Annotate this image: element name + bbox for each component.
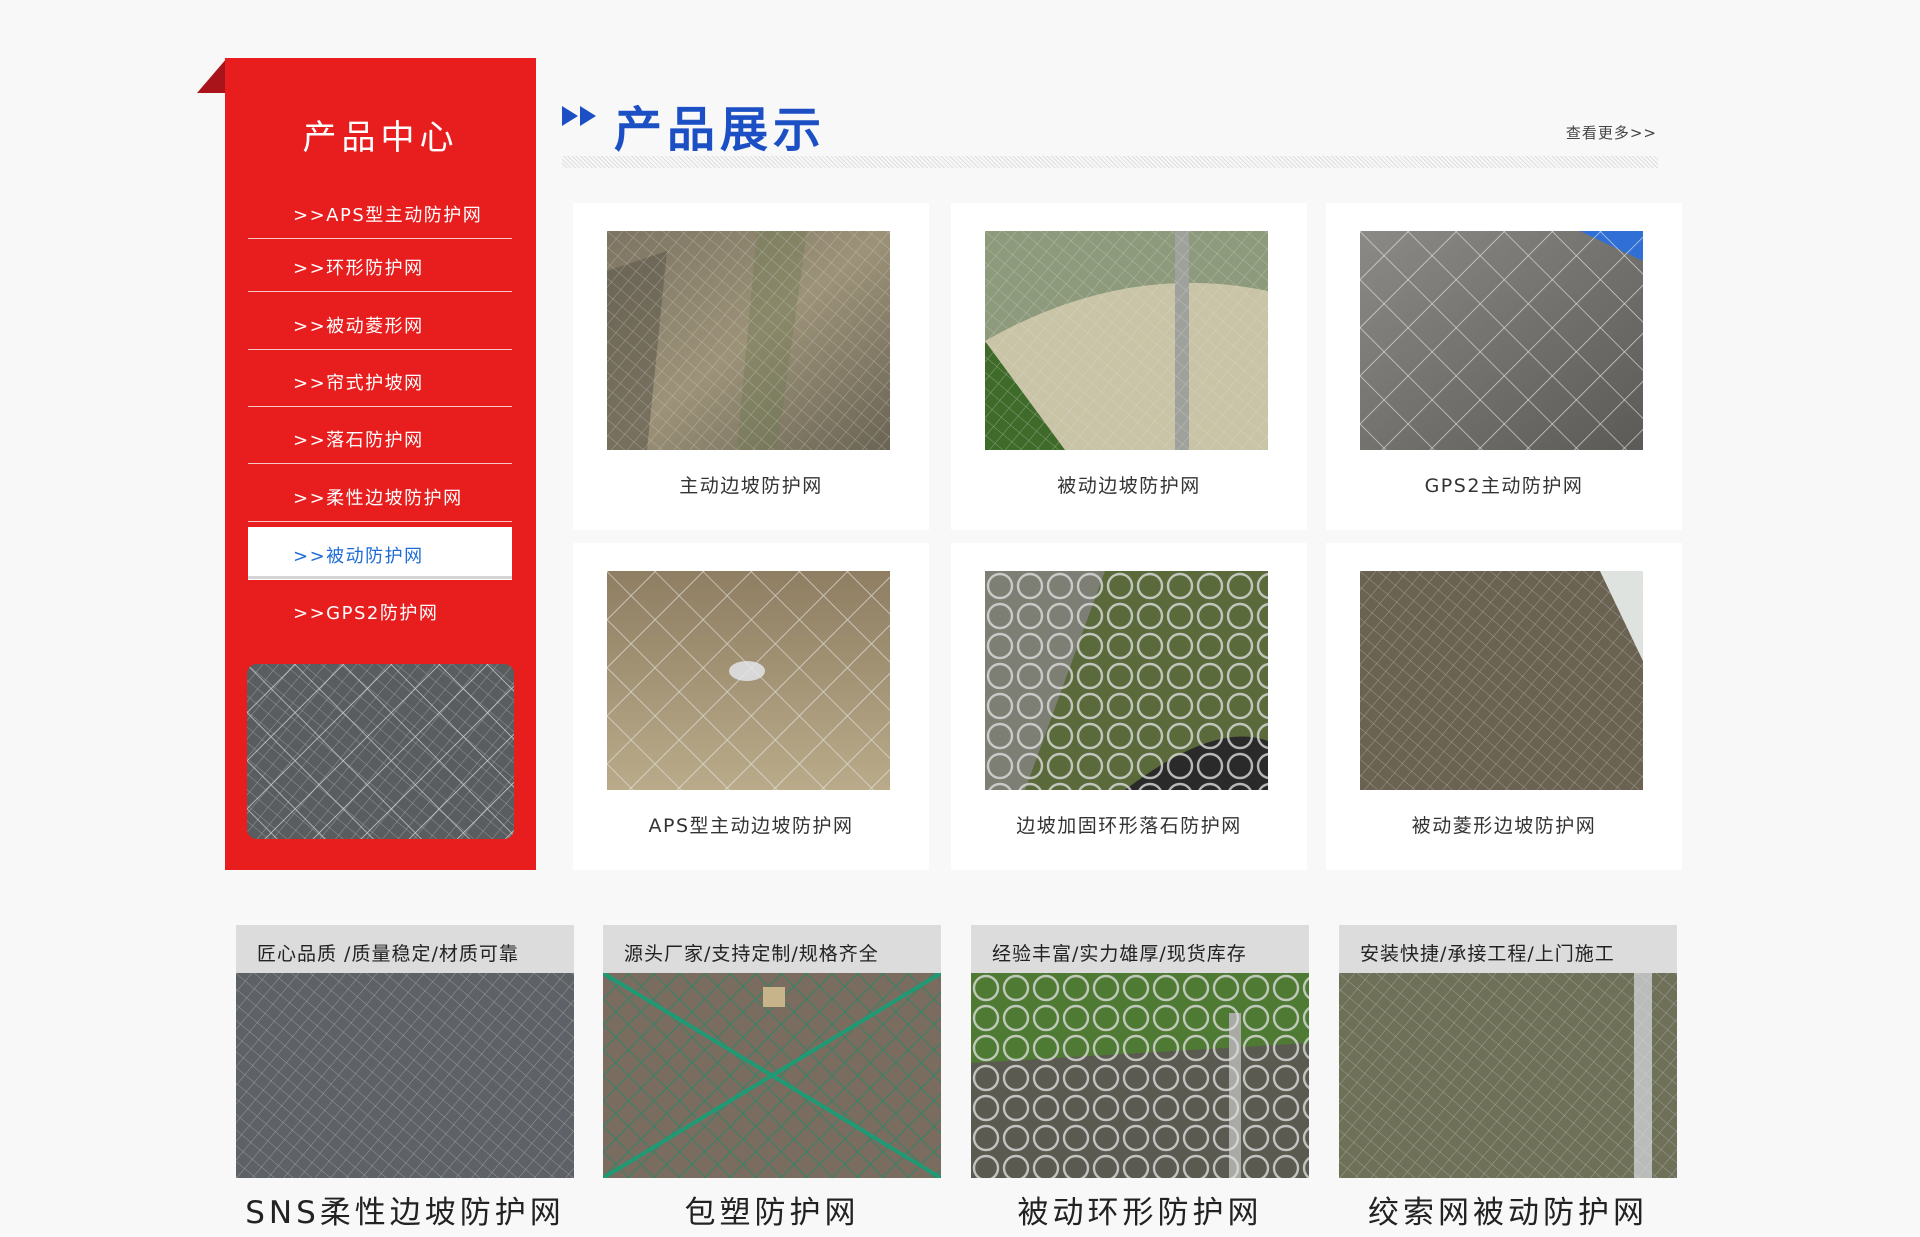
sidebar-item-passive-net[interactable]: >>被动防护网	[248, 527, 512, 580]
product-caption: 边坡加固环形落石防护网	[1016, 815, 1242, 837]
product-image	[607, 571, 890, 790]
feature-image	[1339, 973, 1677, 1178]
feature-title: SNS柔性边坡防护网	[245, 1195, 565, 1231]
sidebar-item-passive-diamond[interactable]: >>被动菱形网	[248, 297, 512, 350]
feature-card[interactable]: 安装快捷/承接工程/上门施工 绞索网被动防护网	[1339, 925, 1677, 1237]
sidebar-title: 产品中心	[302, 118, 459, 158]
sidebar-item-gps2[interactable]: >>GPS2防护网	[248, 584, 512, 637]
view-more-link[interactable]: 查看更多>>	[1566, 122, 1657, 143]
sidebar: 产品中心 >>APS型主动防护网 >>环形防护网 >>被动菱形网 >>帘式护坡网…	[225, 58, 536, 870]
product-image	[1360, 571, 1643, 790]
feature-image	[603, 973, 941, 1178]
heading-divider	[562, 156, 1658, 168]
feature-card[interactable]: 经验丰富/实力雄厚/现货库存 被动环形防护网	[971, 925, 1309, 1237]
product-card[interactable]: 边坡加固环形落石防护网	[951, 543, 1307, 870]
product-image	[985, 231, 1268, 450]
product-image	[607, 231, 890, 450]
product-caption: 被动边坡防护网	[1057, 475, 1201, 497]
sidebar-item-flexible-slope[interactable]: >>柔性边坡防护网	[248, 469, 512, 522]
sidebar-item-rockfall-net[interactable]: >>落石防护网	[248, 411, 512, 464]
product-caption: 被动菱形边坡防护网	[1411, 815, 1597, 837]
product-caption: 主动边坡防护网	[679, 475, 823, 497]
section-title: 产品展示	[614, 102, 827, 158]
feature-title: 被动环形防护网	[1017, 1195, 1263, 1231]
feature-title: 包塑防护网	[684, 1195, 860, 1231]
feature-tagline: 匠心品质 /质量稳定/材质可靠	[236, 925, 574, 973]
product-image	[1360, 231, 1643, 450]
product-caption: APS型主动边坡防护网	[648, 815, 854, 837]
feature-tagline: 安装快捷/承接工程/上门施工	[1339, 925, 1677, 973]
feature-title: 绞索网被动防护网	[1368, 1195, 1648, 1231]
feature-image	[236, 973, 574, 1178]
double-arrow-icon	[562, 106, 596, 126]
feature-tagline: 经验丰富/实力雄厚/现货库存	[971, 925, 1309, 973]
product-card[interactable]: GPS2主动防护网	[1326, 203, 1682, 530]
sidebar-item-curtain-net[interactable]: >>帘式护坡网	[248, 354, 512, 407]
product-card[interactable]: 主动边坡防护网	[573, 203, 929, 530]
product-image	[985, 571, 1268, 790]
product-card[interactable]: APS型主动边坡防护网	[573, 543, 929, 870]
sidebar-item-ring-net[interactable]: >>环形防护网	[248, 239, 512, 292]
feature-image	[971, 973, 1309, 1178]
sidebar-fold-corner	[197, 58, 227, 93]
sidebar-item-aps[interactable]: >>APS型主动防护网	[248, 186, 512, 239]
feature-card[interactable]: 源头厂家/支持定制/规格齐全 包塑防护网	[603, 925, 941, 1237]
feature-tagline: 源头厂家/支持定制/规格齐全	[603, 925, 941, 973]
feature-card[interactable]: 匠心品质 /质量稳定/材质可靠 SNS柔性边坡防护网	[236, 925, 574, 1237]
sidebar-product-image[interactable]	[247, 664, 514, 839]
product-card[interactable]: 被动菱形边坡防护网	[1326, 543, 1682, 870]
product-card[interactable]: 被动边坡防护网	[951, 203, 1307, 530]
product-caption: GPS2主动防护网	[1424, 475, 1584, 497]
